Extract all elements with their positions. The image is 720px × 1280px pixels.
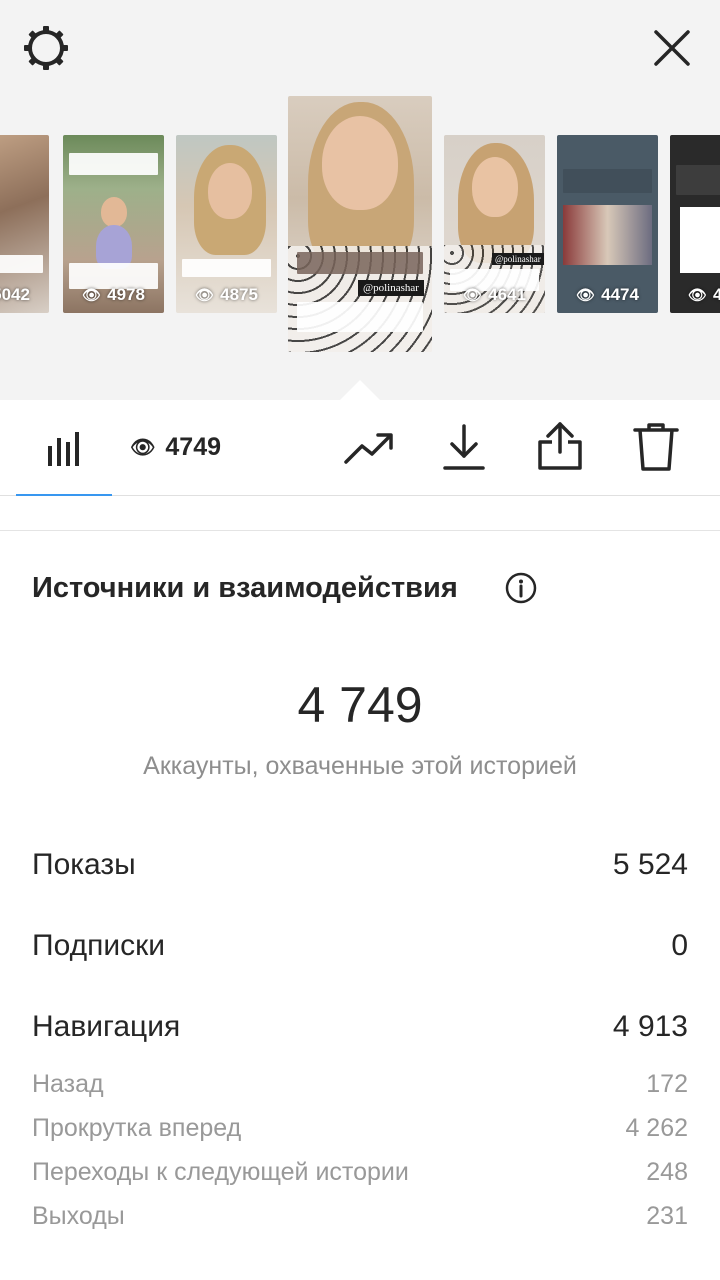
eye-icon: 👁 [195,287,215,304]
story-views: 4474 [601,285,639,304]
metric-label: Переходы к следующей истории [32,1158,409,1186]
reach-caption: Аккаунты, охваченные этой историей [143,752,577,780]
metric-label: Показы [32,848,136,881]
metric-value: 248 [646,1158,688,1186]
story-thumbnails: 👁5042 👁4978 👁4875 @polinashar [0,0,720,400]
active-tab-indicator [16,494,112,496]
metric-value: 0 [671,929,688,962]
navigation-sub-row: Назад 172 [32,1070,688,1099]
story-views: 4978 [107,285,145,304]
metric-label: Подписки [32,929,165,962]
download-icon[interactable] [442,422,486,472]
navigation-sub-row: Прокрутка вперед 4 262 [32,1114,688,1143]
story-mention-tag: @polinashar [358,280,424,296]
navigation-sub-row: Переходы к следующей истории 248 [32,1158,688,1187]
info-icon[interactable] [505,572,537,604]
trash-icon[interactable] [633,422,679,472]
story-thumbnail[interactable]: 👁 4875 [176,135,277,313]
eye-icon: 👁 [576,287,596,304]
selected-story-pointer [340,380,380,400]
story-mention-tag: @polinashar [492,253,544,265]
metric-label: Выходы [32,1202,125,1230]
navigation-row: Навигация 4 913 [32,1010,688,1044]
story-thumbnail[interactable]: 👁 4 [670,135,720,313]
metric-value: 231 [646,1202,688,1230]
section-divider [0,530,720,531]
trending-icon[interactable] [344,430,394,466]
close-icon[interactable] [650,26,694,70]
views-count-value: 4749 [165,433,222,461]
metric-value: 4 913 [612,1010,688,1043]
story-thumbnail[interactable]: 👁5042 [0,135,49,313]
story-thumbnail[interactable]: @polinashar 👁 4641 [444,135,545,313]
eye-icon: 👁 [82,287,102,304]
story-thumbnail[interactable]: 👁 4474 [557,135,658,313]
metric-value: 5 524 [612,848,688,881]
eye-icon: 👁 [688,287,708,304]
follows-row: Подписки 0 [32,929,688,963]
metric-value: 172 [646,1070,688,1098]
eye-icon: 👁 [463,287,483,304]
story-views: 5042 [0,285,30,304]
story-thumbnail-selected[interactable]: @polinashar [288,96,432,352]
section-title: Источники и взаимодействия [32,572,458,604]
metric-value: 4 262 [625,1114,688,1142]
share-icon[interactable] [536,420,584,472]
views-count[interactable]: 👁 4749 [130,433,221,462]
story-toolbar: 👁 4749 [0,400,720,496]
story-tray: 👁5042 👁4978 👁4875 @polinashar [0,0,720,400]
reach-value: 4 749 [297,677,423,733]
insights-bars-icon[interactable] [44,428,84,468]
metric-label: Прокрутка вперед [32,1114,242,1142]
story-views: 4641 [488,285,526,304]
story-views: 4875 [220,285,258,304]
gear-icon[interactable] [22,24,70,72]
story-views: 4 [713,285,720,304]
metric-label: Назад [32,1070,104,1098]
metric-label: Навигация [32,1010,181,1043]
impressions-row: Показы 5 524 [32,848,688,882]
navigation-sub-row: Выходы 231 [32,1202,688,1231]
eye-icon: 👁 [130,437,156,459]
story-thumbnail[interactable]: 👁 4978 [63,135,164,313]
